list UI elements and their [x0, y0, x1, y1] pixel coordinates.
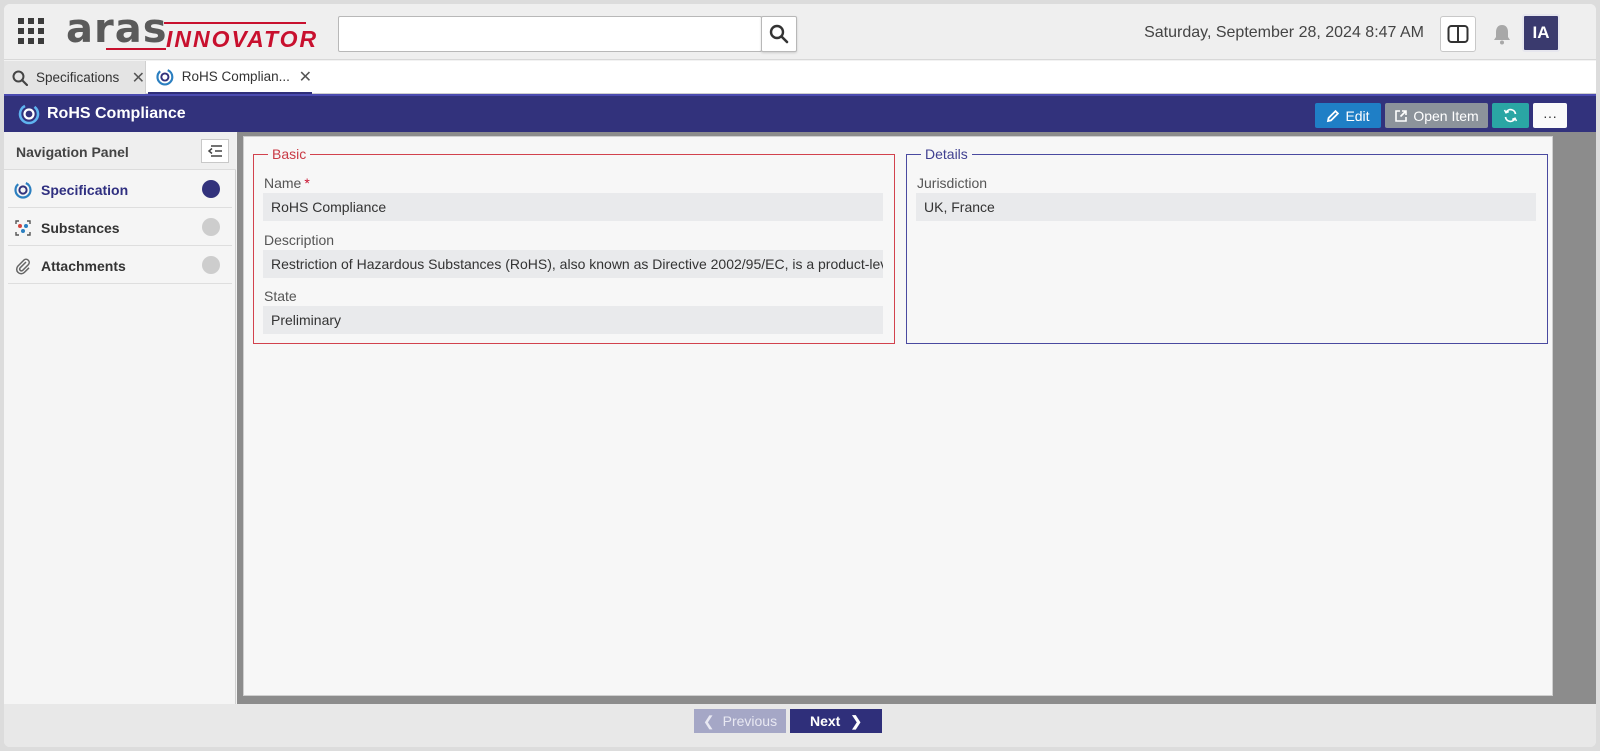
navigation-panel-title: Navigation Panel	[16, 144, 129, 160]
footer-navigation: ❮ Previous Next ❯	[4, 704, 1596, 747]
close-icon[interactable]: ✕	[132, 68, 145, 88]
name-label: Name *	[264, 175, 310, 191]
tab-rohs-compliance[interactable]: RoHS Complian... ✕	[148, 61, 312, 94]
jurisdiction-label: Jurisdiction	[917, 175, 988, 191]
logo-innovator-text: INNOVATOR	[166, 26, 319, 52]
app-window: aras INNOVATOR Saturday, September 28, 2…	[4, 4, 1596, 747]
navigation-panel: Navigation Panel Specification Substance…	[4, 132, 236, 714]
nav-status-dot	[202, 256, 220, 274]
next-button[interactable]: Next ❯	[790, 709, 882, 733]
item-title-bar: RoHS Compliance Edit Open Item ···	[4, 94, 1596, 132]
navigation-panel-header: Navigation Panel	[4, 132, 236, 170]
nav-item-label: Substances	[41, 220, 120, 236]
search-button[interactable]	[761, 16, 797, 52]
search-icon	[12, 70, 28, 86]
nav-item-specification[interactable]: Specification	[8, 170, 232, 208]
refresh-icon	[1503, 108, 1518, 123]
search-icon	[769, 24, 789, 44]
substances-icon	[15, 220, 31, 236]
item-form: Basic Name * RoHS Compliance Description …	[243, 136, 1553, 696]
previous-button[interactable]: ❮ Previous	[694, 709, 786, 733]
notifications-button[interactable]	[1488, 20, 1516, 48]
state-field[interactable]: Preliminary	[263, 306, 883, 334]
aras-innovator-logo: aras INNOVATOR	[66, 6, 319, 58]
details-section: Details	[906, 146, 1548, 344]
tab-specifications[interactable]: Specifications ✕	[4, 61, 146, 94]
nav-item-attachments[interactable]: Attachments	[8, 246, 232, 284]
specification-icon	[14, 181, 32, 199]
details-section-legend: Details	[925, 146, 968, 162]
bell-icon	[1494, 25, 1510, 45]
required-marker: *	[304, 175, 310, 191]
nav-item-label: Attachments	[41, 258, 126, 274]
split-view-icon	[1447, 25, 1469, 43]
tab-strip: Specifications ✕ RoHS Complian... ✕	[4, 61, 1596, 94]
open-item-label: Open Item	[1413, 107, 1479, 124]
logo-aras-text: aras	[66, 6, 168, 52]
top-header: aras INNOVATOR Saturday, September 28, 2…	[4, 4, 1596, 60]
paperclip-icon	[15, 258, 30, 275]
specification-icon	[156, 67, 174, 86]
open-item-button[interactable]: Open Item	[1385, 103, 1488, 128]
pencil-icon	[1327, 109, 1340, 122]
previous-label: Previous	[722, 713, 778, 729]
refresh-button[interactable]	[1492, 103, 1529, 128]
close-icon[interactable]: ✕	[299, 67, 312, 87]
state-label: State	[264, 288, 297, 304]
basic-section-legend: Basic	[272, 146, 307, 162]
external-link-icon	[1395, 109, 1408, 122]
edit-label: Edit	[1345, 107, 1370, 124]
nav-status-dot	[202, 180, 220, 198]
chevron-left-icon: ❮	[702, 712, 715, 729]
next-label: Next	[809, 713, 841, 729]
user-avatar[interactable]: IA	[1522, 14, 1560, 52]
split-view-button[interactable]	[1440, 16, 1476, 52]
edit-button[interactable]: Edit	[1315, 103, 1381, 128]
global-search-input[interactable]	[338, 16, 762, 52]
collapse-list-icon	[207, 145, 222, 157]
more-options-button[interactable]: ···	[1533, 103, 1567, 128]
nav-item-substances[interactable]: Substances	[8, 208, 232, 246]
tab-label: RoHS Complian...	[181, 69, 290, 84]
item-title: RoHS Compliance	[47, 105, 186, 122]
description-field[interactable]: Restriction of Hazardous Substances (RoH…	[263, 250, 883, 278]
jurisdiction-field[interactable]: UK, France	[916, 193, 1536, 221]
description-label: Description	[264, 232, 335, 248]
name-field[interactable]: RoHS Compliance	[263, 193, 883, 221]
nav-item-label: Specification	[41, 182, 129, 198]
nav-status-dot	[202, 218, 220, 236]
app-launcher-icon[interactable]	[18, 18, 46, 46]
chevron-right-icon: ❯	[850, 712, 863, 729]
current-datetime: Saturday, September 28, 2024 8:47 AM	[1144, 24, 1424, 41]
specification-icon	[18, 103, 40, 125]
tab-label: Specifications	[35, 70, 120, 85]
collapse-panel-button[interactable]	[201, 139, 229, 163]
